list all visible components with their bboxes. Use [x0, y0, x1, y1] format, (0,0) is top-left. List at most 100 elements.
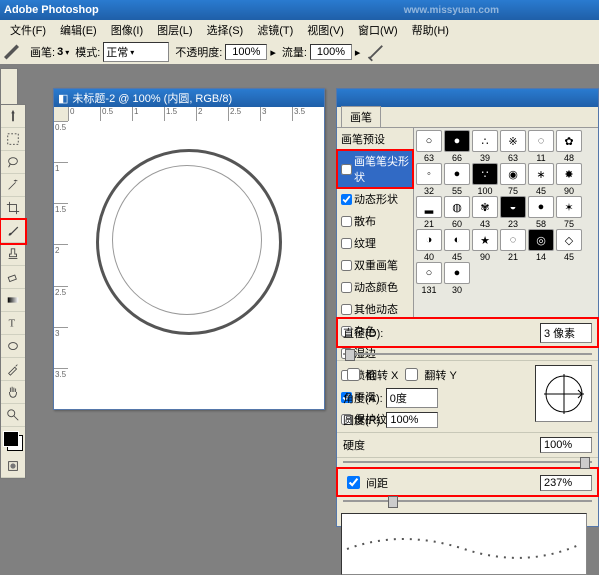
tab-brush[interactable]: 画笔 [341, 106, 381, 127]
tool-wand[interactable] [1, 174, 25, 197]
brush-tip[interactable]: ● [444, 130, 470, 152]
brush-option-row[interactable]: 其他动态 [337, 298, 413, 320]
brush-tip[interactable]: ◌ [528, 130, 554, 152]
canvas[interactable] [68, 121, 324, 409]
tool-eraser[interactable] [1, 266, 25, 289]
brush-tip[interactable]: ◇ [556, 229, 582, 251]
brush-option-checkbox[interactable] [341, 304, 352, 315]
panel-titlebar[interactable] [337, 89, 598, 107]
menu-file[interactable]: 文件(F) [4, 20, 52, 40]
menu-image[interactable]: 图像(I) [105, 20, 149, 40]
tool-lasso[interactable] [1, 151, 25, 174]
spacing-input[interactable]: 237% [540, 475, 592, 491]
tool-zoom[interactable] [1, 404, 25, 427]
tool-stamp[interactable] [1, 243, 25, 266]
spacing-slider[interactable] [343, 497, 592, 505]
brush-tip[interactable]: ★ [472, 229, 498, 251]
menu-window[interactable]: 窗口(W) [352, 20, 404, 40]
brush-option-checkbox[interactable] [341, 194, 352, 205]
brush-tip[interactable]: ○ [416, 130, 442, 152]
opacity-input[interactable]: 100% [225, 44, 267, 60]
brush-option-label[interactable]: 纹理 [354, 235, 376, 251]
brush-option-row[interactable]: 画笔笔尖形状 [337, 150, 413, 188]
tool-eyedropper[interactable] [1, 358, 25, 381]
brush-tip[interactable]: ◐ [444, 229, 470, 251]
brush-option-row[interactable]: 散布 [337, 210, 413, 232]
brush-picker[interactable]: 画笔: 3 [30, 44, 69, 60]
document-titlebar[interactable]: ◧ 未标题-2 @ 100% (内圆, RGB/8) [54, 89, 324, 107]
tool-shape[interactable] [1, 335, 25, 358]
brush-tip[interactable]: ◒ [500, 196, 526, 218]
tool-hand[interactable] [1, 381, 25, 404]
brush-option-checkbox[interactable] [341, 260, 352, 271]
brush-tip[interactable]: ● [444, 163, 470, 185]
brush-tip[interactable]: ◑ [416, 229, 442, 251]
diameter-input[interactable]: 3 像素 [540, 323, 592, 343]
brush-shape-preview[interactable] [535, 365, 592, 422]
brush-option-row[interactable]: 纹理 [337, 232, 413, 254]
tool-brush[interactable] [1, 220, 25, 243]
brush-tip[interactable]: ∗ [528, 163, 554, 185]
brush-tip[interactable]: ◌ [500, 229, 526, 251]
brush-option-row[interactable]: 动态颜色 [337, 276, 413, 298]
brush-option-label[interactable]: 动态颜色 [354, 279, 398, 295]
tool-move[interactable] [1, 105, 25, 128]
brush-tip[interactable]: ○ [416, 262, 442, 284]
brush-option-label[interactable]: 双重画笔 [354, 257, 398, 273]
brush-option-checkbox[interactable] [341, 216, 352, 227]
menu-view[interactable]: 视图(V) [301, 20, 350, 40]
flip-x-label: 翻转 X [366, 367, 398, 383]
brush-tip[interactable]: ● [528, 196, 554, 218]
brush-tip[interactable]: ◍ [444, 196, 470, 218]
brush-tip[interactable]: ✿ [556, 130, 582, 152]
brush-tip[interactable]: ● [444, 262, 470, 284]
spacing-checkbox[interactable] [347, 476, 360, 489]
diameter-slider[interactable] [343, 350, 592, 358]
brush-option-checkbox[interactable] [341, 164, 352, 175]
flip-y-checkbox[interactable] [405, 368, 418, 381]
brush-option-label[interactable]: 画笔预设 [341, 131, 385, 147]
color-swatch[interactable] [3, 431, 23, 451]
tool-type[interactable]: T [1, 312, 25, 335]
menu-select[interactable]: 选择(S) [201, 20, 250, 40]
brush-tip[interactable]: ◦ [416, 163, 442, 185]
brush-tip[interactable]: ✾ [472, 196, 498, 218]
tool-gradient[interactable] [1, 289, 25, 312]
opacity-dropdown-icon[interactable]: ▸ [270, 46, 276, 59]
brush-option-row[interactable]: 双重画笔 [337, 254, 413, 276]
brush-label: 画笔: [30, 44, 55, 60]
brush-option-label[interactable]: 散布 [354, 213, 376, 229]
quickmask-toggle[interactable] [1, 455, 25, 478]
roundness-input[interactable]: 100% [386, 412, 438, 428]
tool-preset-icon[interactable] [4, 42, 24, 62]
brush-option-row[interactable]: 画笔预设 [337, 128, 413, 150]
flow-input[interactable]: 100% [310, 44, 352, 60]
airbrush-icon[interactable] [366, 42, 386, 62]
brush-tip[interactable]: ※ [500, 130, 526, 152]
menu-filter[interactable]: 滤镜(T) [251, 20, 299, 40]
mode-select[interactable]: 正常 [103, 42, 169, 62]
brush-option-label[interactable]: 其他动态 [354, 301, 398, 317]
brush-option-row[interactable]: 动态形状 [337, 188, 413, 210]
brush-option-checkbox[interactable] [341, 282, 352, 293]
brush-tip[interactable]: ▂ [416, 196, 442, 218]
menu-edit[interactable]: 编辑(E) [54, 20, 103, 40]
brush-option-checkbox[interactable] [341, 238, 352, 249]
brush-option-label[interactable]: 动态形状 [354, 191, 398, 207]
menu-help[interactable]: 帮助(H) [406, 20, 455, 40]
brush-tip[interactable]: ✸ [556, 163, 582, 185]
tool-marquee[interactable] [1, 128, 25, 151]
menu-layer[interactable]: 图层(L) [151, 20, 198, 40]
brush-tip[interactable]: ∵ [472, 163, 498, 185]
flow-dropdown-icon[interactable]: ▸ [355, 46, 361, 59]
hardness-input[interactable]: 100% [540, 437, 592, 453]
brush-tip[interactable]: ◉ [500, 163, 526, 185]
brush-tip[interactable]: ∴ [472, 130, 498, 152]
brush-option-label[interactable]: 画笔笔尖形状 [354, 153, 409, 185]
brush-tip[interactable]: ◎ [528, 229, 554, 251]
angle-input[interactable]: 0度 [386, 388, 438, 408]
tool-crop[interactable] [1, 197, 25, 220]
brush-tip[interactable]: ✶ [556, 196, 582, 218]
hardness-slider[interactable] [343, 458, 592, 466]
flip-x-checkbox[interactable] [347, 368, 360, 381]
